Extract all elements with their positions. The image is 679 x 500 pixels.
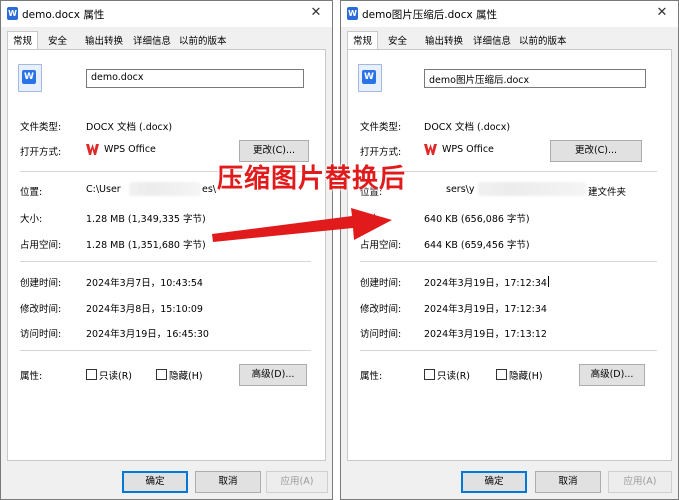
location-value-end: 建文件夹	[588, 187, 627, 198]
open-with-value: WPS Office	[424, 144, 494, 155]
hidden-checkbox[interactable]: 隐藏(H)	[496, 368, 543, 382]
accessed-label: 访问时间:	[360, 329, 402, 340]
readonly-label: 只读(R)	[99, 371, 133, 382]
modified-label: 修改时间:	[20, 304, 62, 315]
hidden-checkbox[interactable]: 隐藏(H)	[156, 368, 203, 382]
disk-size-label: 占用空间:	[20, 240, 62, 251]
size-label: 大小:	[20, 214, 43, 225]
readonly-label: 只读(R)	[437, 371, 471, 382]
file-type-label: 文件类型:	[360, 122, 402, 133]
open-with-app-name: WPS Office	[104, 144, 156, 155]
created-value: 2024年3月7日，10:43:54	[86, 278, 203, 289]
file-type-value: DOCX 文档 (.docx)	[86, 122, 173, 133]
modified-value: 2024年3月19日，17:12:34	[424, 304, 547, 315]
tab-previous-versions[interactable]: 以前的版本	[516, 34, 570, 49]
ok-button[interactable]: 确定	[122, 471, 188, 493]
disk-size-value: 644 KB (659,456 字节)	[424, 240, 530, 251]
size-value: 640 KB (656,086 字节)	[424, 214, 530, 225]
created-label: 创建时间:	[360, 278, 402, 289]
word-doc-icon: W	[18, 64, 42, 92]
created-label: 创建时间:	[20, 278, 62, 289]
advanced-button[interactable]: 高级(D)...	[579, 364, 645, 386]
location-value-start: C:\User	[86, 184, 121, 195]
readonly-checkbox[interactable]: 只读(R)	[424, 368, 470, 382]
tab-general[interactable]: 常规	[347, 31, 379, 51]
tab-output-convert[interactable]: 输出转换	[422, 34, 466, 49]
ok-button[interactable]: 确定	[461, 471, 527, 493]
readonly-checkbox[interactable]: 只读(R)	[86, 368, 132, 382]
accessed-value: 2024年3月19日，17:13:12	[424, 329, 547, 340]
open-with-label: 打开方式:	[20, 147, 62, 158]
word-doc-icon: W	[347, 7, 358, 20]
tab-previous-versions[interactable]: 以前的版本	[176, 34, 230, 49]
apply-button[interactable]: 应用(A)	[608, 471, 672, 493]
tab-general[interactable]: 常规	[7, 31, 39, 51]
accessed-value: 2024年3月19日，16:45:30	[86, 329, 209, 340]
title-bar[interactable]: W demo图片压缩后.docx 属性 ✕	[341, 1, 678, 27]
wps-logo-icon	[424, 144, 437, 155]
tab-output-convert[interactable]: 输出转换	[82, 34, 126, 49]
hidden-label: 隐藏(H)	[169, 371, 203, 382]
divider	[360, 350, 657, 351]
filename-text: demo图片压缩后.docx	[429, 75, 530, 86]
text-cursor	[547, 276, 549, 287]
location-value-end: es\	[202, 184, 216, 195]
wps-logo-icon	[86, 144, 99, 155]
tab-security[interactable]: 安全	[385, 34, 410, 49]
created-value-text: 2024年3月19日，17:12:34	[424, 278, 547, 289]
open-with-label: 打开方式:	[360, 147, 402, 158]
cancel-button[interactable]: 取消	[195, 471, 261, 493]
created-value[interactable]: 2024年3月19日，17:12:34	[424, 275, 549, 289]
apply-button[interactable]: 应用(A)	[266, 471, 328, 493]
word-doc-icon: W	[7, 7, 18, 20]
window-title: demo图片压缩后.docx 属性	[362, 9, 498, 21]
file-type-label: 文件类型:	[20, 122, 62, 133]
hidden-label: 隐藏(H)	[509, 371, 543, 382]
title-bar[interactable]: W demo.docx 属性 ✕	[1, 1, 332, 27]
redacted-path	[478, 182, 586, 196]
filename-field[interactable]: demo.docx	[86, 69, 304, 88]
word-doc-icon: W	[358, 64, 382, 92]
divider	[360, 261, 657, 262]
tab-details[interactable]: 详细信息	[470, 34, 514, 49]
location-label: 位置:	[20, 187, 43, 198]
tab-details[interactable]: 详细信息	[130, 34, 174, 49]
redacted-path	[129, 182, 201, 196]
filename-field[interactable]: demo图片压缩后.docx	[424, 69, 646, 88]
file-type-value: DOCX 文档 (.docx)	[424, 122, 511, 133]
open-with-value: WPS Office	[86, 144, 156, 155]
change-button[interactable]: 更改(C)...	[550, 140, 642, 162]
tab-strip: 常规 安全 输出转换 详细信息 以前的版本	[341, 31, 678, 51]
modified-value: 2024年3月8日，15:10:09	[86, 304, 203, 315]
open-with-app-name: WPS Office	[442, 144, 494, 155]
annotation-banner: 压缩图片替换后	[217, 164, 407, 194]
accessed-label: 访问时间:	[20, 329, 62, 340]
advanced-button[interactable]: 高级(D)...	[239, 364, 307, 386]
disk-size-value: 1.28 MB (1,351,680 字节)	[86, 240, 206, 251]
properties-dialog-left: W demo.docx 属性 ✕ 常规 安全 输出转换 详细信息 以前的版本 W…	[0, 0, 333, 500]
window-title: demo.docx 属性	[22, 9, 105, 21]
general-panel: W demo图片压缩后.docx 文件类型: DOCX 文档 (.docx) 打…	[347, 49, 672, 461]
tab-strip: 常规 安全 输出转换 详细信息 以前的版本	[1, 31, 332, 51]
size-label: 大小:	[360, 214, 383, 225]
divider	[20, 350, 311, 351]
location-value-start: sers\y	[446, 184, 475, 195]
attributes-label: 属性:	[360, 371, 383, 382]
divider	[20, 261, 311, 262]
size-value: 1.28 MB (1,349,335 字节)	[86, 214, 206, 225]
attributes-label: 属性:	[20, 371, 43, 382]
close-icon[interactable]: ✕	[306, 3, 326, 23]
cancel-button[interactable]: 取消	[535, 471, 601, 493]
disk-size-label: 占用空间:	[360, 240, 402, 251]
properties-dialog-right: W demo图片压缩后.docx 属性 ✕ 常规 安全 输出转换 详细信息 以前…	[340, 0, 679, 500]
modified-label: 修改时间:	[360, 304, 402, 315]
close-icon[interactable]: ✕	[652, 3, 672, 23]
tab-security[interactable]: 安全	[45, 34, 70, 49]
general-panel: W demo.docx 文件类型: DOCX 文档 (.docx) 打开方式: …	[7, 49, 326, 461]
